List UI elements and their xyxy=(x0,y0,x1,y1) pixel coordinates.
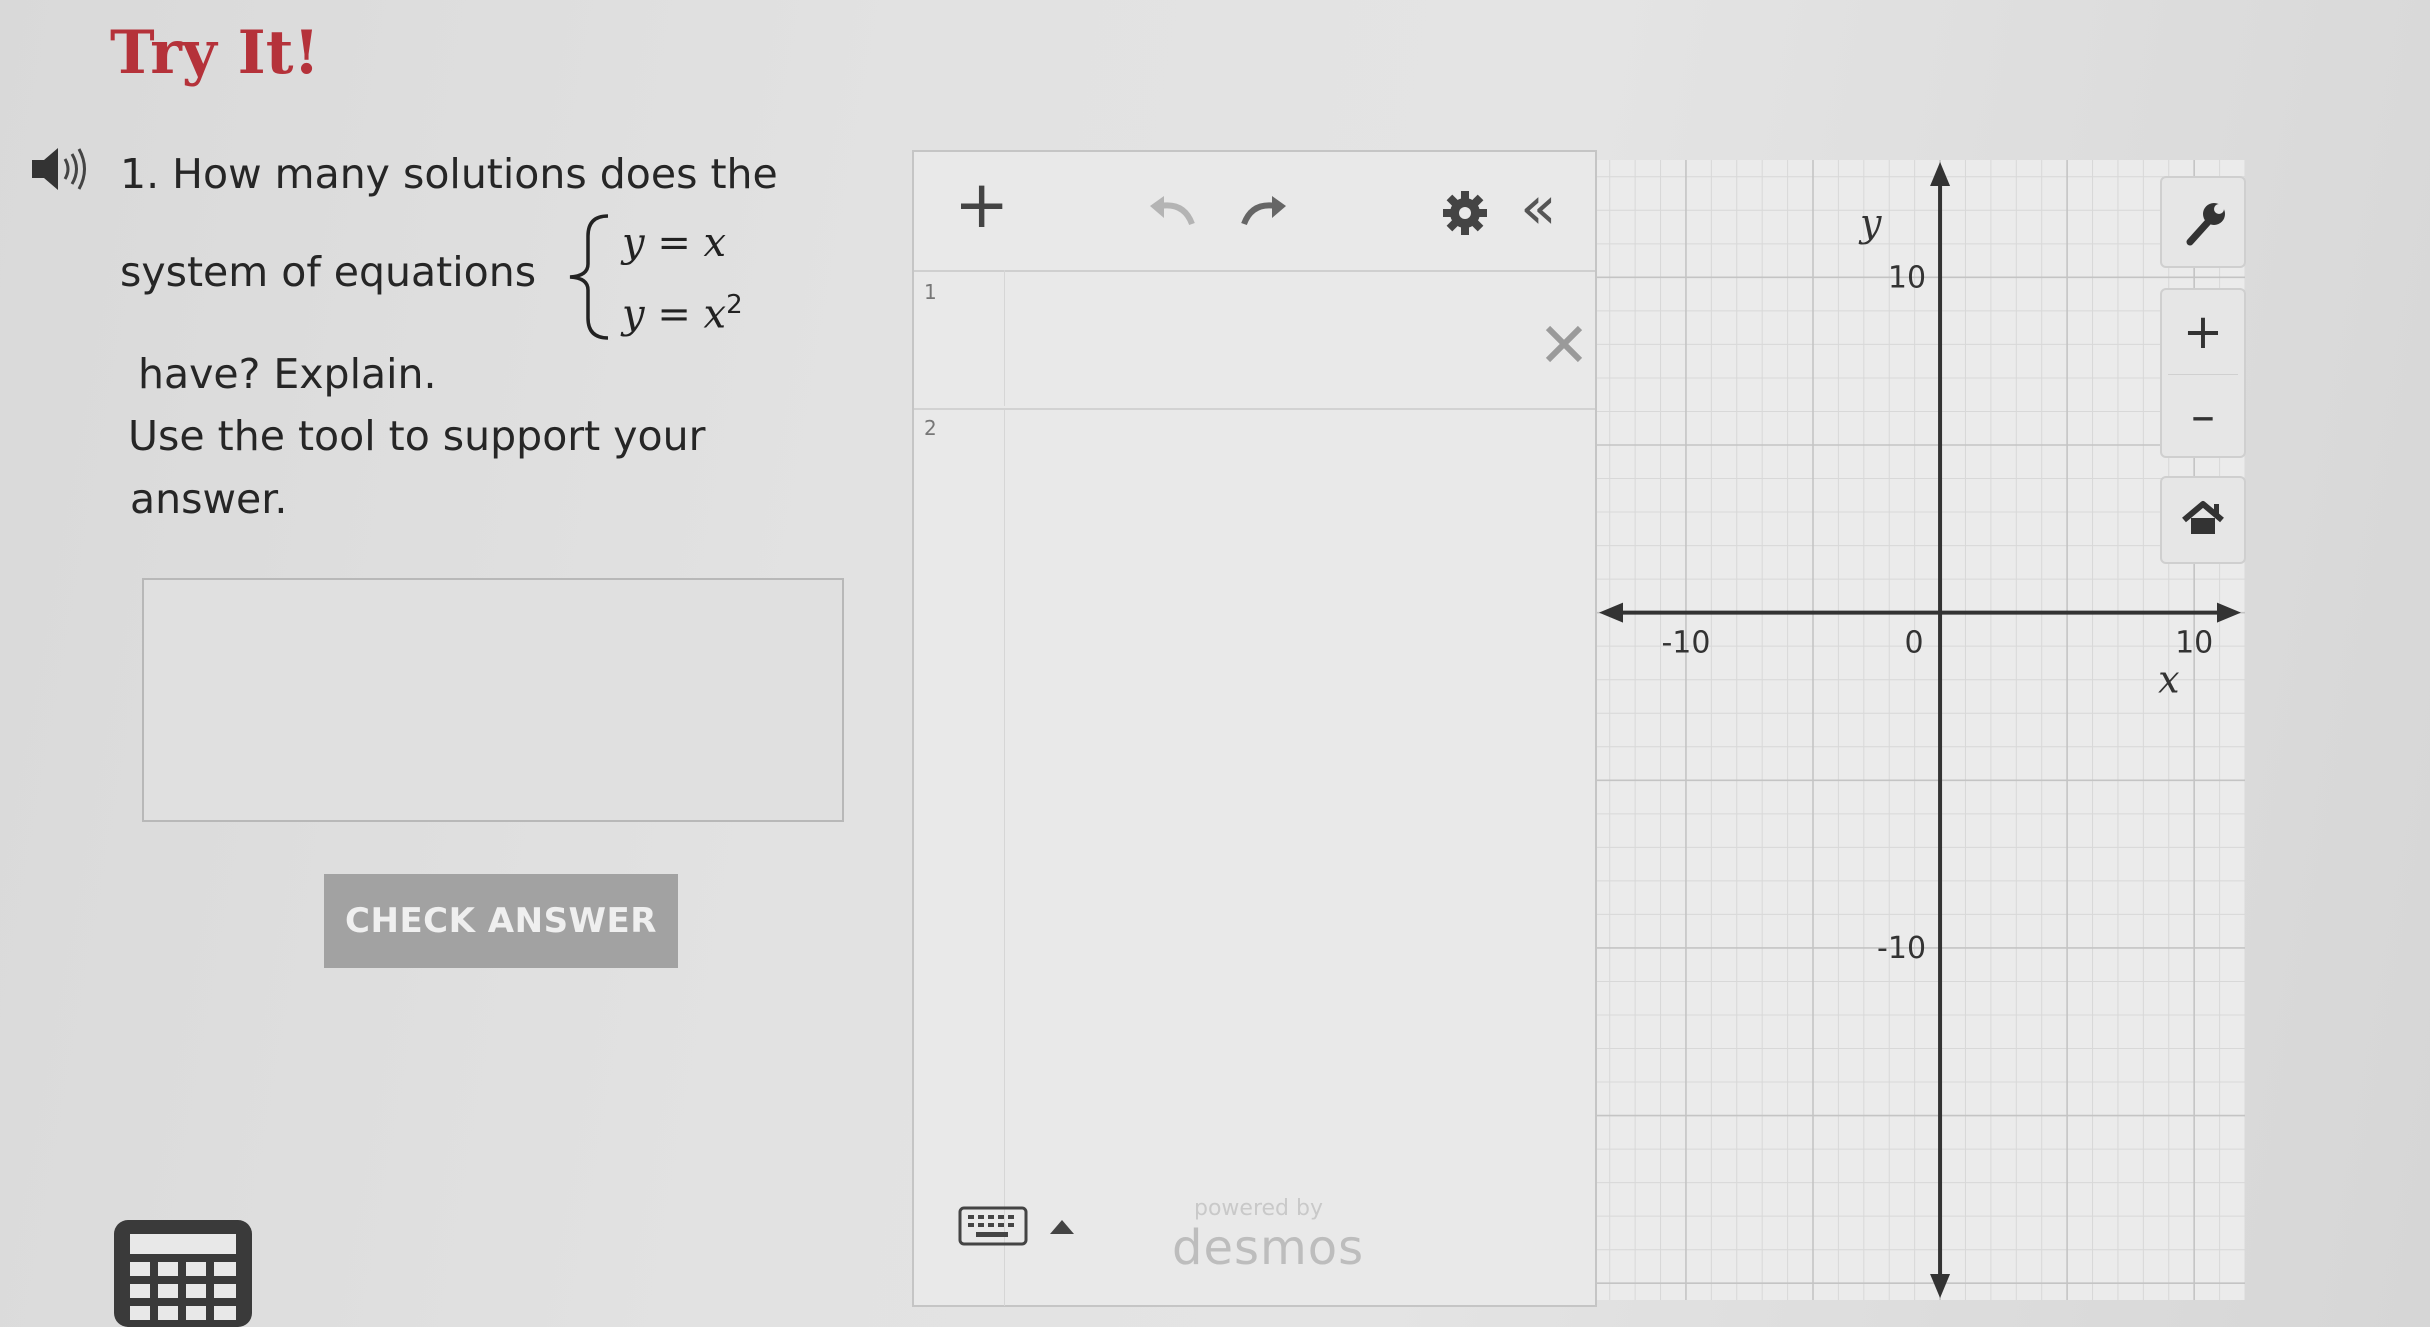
row-number: 1 xyxy=(924,280,937,304)
equation-1: y = x xyxy=(622,220,727,266)
graph-settings-button[interactable] xyxy=(2160,176,2246,268)
zoom-out-button[interactable]: – xyxy=(2162,376,2244,456)
desmos-expression-panel: + « 1 2 powered by desmos xyxy=(912,150,1597,1307)
tick-label-x-min: -10 xyxy=(1661,626,1710,661)
add-expression-button[interactable]: + xyxy=(954,172,1009,238)
tick-label-y-max: 10 xyxy=(1888,260,1926,295)
graph-canvas[interactable]: y x -10 10 10 -10 0 xyxy=(1597,160,2245,1300)
equation-2-base: y = x xyxy=(622,291,727,338)
delete-expression-icon[interactable] xyxy=(1542,322,1586,366)
question-text-line5: answer. xyxy=(130,475,288,523)
question-text-line3: have? Explain. xyxy=(138,350,437,398)
question-text-line2: system of equations xyxy=(120,248,537,296)
powered-by-text: powered by xyxy=(1194,1196,1323,1221)
equation-2: y = x2 xyxy=(622,290,743,337)
calculator-icon[interactable] xyxy=(110,1216,256,1327)
equation-brace xyxy=(569,214,609,340)
tick-label-x-max: 10 xyxy=(2175,626,2213,661)
expression-row[interactable]: 2 xyxy=(914,410,1595,1306)
page-title: Try It! xyxy=(110,18,320,88)
gear-icon[interactable] xyxy=(1440,188,1490,238)
zoom-in-button[interactable]: + xyxy=(2162,290,2244,374)
desmos-logo[interactable]: desmos xyxy=(1172,1220,1364,1276)
row-gutter xyxy=(914,410,1005,1306)
tick-label-origin: 0 xyxy=(1905,626,1924,661)
collapse-panel-icon[interactable]: « xyxy=(1520,178,1557,238)
zoom-buttons-group: + – xyxy=(2160,288,2246,458)
graph-background xyxy=(1597,160,2245,1300)
zoom-divider xyxy=(2168,374,2238,375)
speaker-icon[interactable] xyxy=(30,146,88,192)
equation-2-exponent: 2 xyxy=(726,290,743,320)
question-text-line1: 1. How many solutions does the xyxy=(120,150,778,198)
check-answer-button[interactable]: CHECK ANSWER xyxy=(324,874,678,968)
redo-icon[interactable] xyxy=(1232,192,1292,232)
x-axis-label: x xyxy=(2158,658,2179,702)
reset-view-button[interactable] xyxy=(2160,476,2246,564)
tick-label-y-min: -10 xyxy=(1877,931,1926,966)
expression-toolbar: + « xyxy=(914,152,1595,272)
expression-row[interactable]: 1 xyxy=(914,270,1595,410)
answer-input[interactable] xyxy=(142,578,844,822)
wrench-icon xyxy=(2186,203,2225,246)
keyboard-toggle-button[interactable] xyxy=(958,1198,1098,1254)
question-text-line4: Use the tool to support your xyxy=(128,412,706,460)
home-icon xyxy=(2182,501,2224,534)
undo-icon[interactable] xyxy=(1144,192,1204,232)
y-axis-label: y xyxy=(1858,201,1882,245)
row-number: 2 xyxy=(924,416,937,440)
